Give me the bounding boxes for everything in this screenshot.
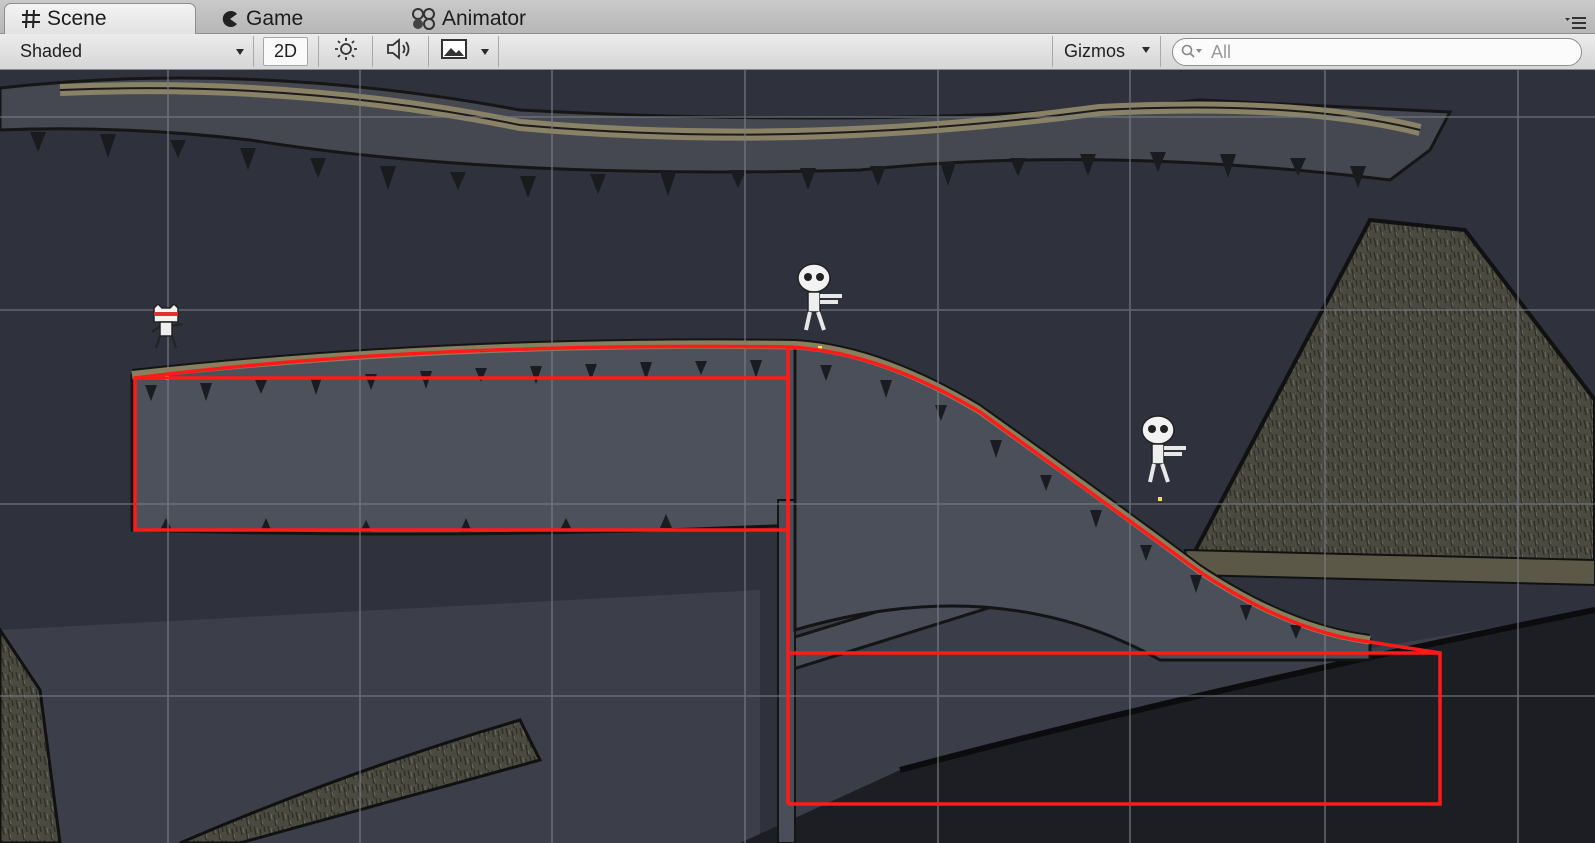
tab-game-label: Game — [246, 6, 304, 30]
scene-lighting-button[interactable] — [328, 37, 364, 66]
scene-effects-button[interactable] — [436, 37, 472, 66]
tab-animator-label: Animator — [442, 6, 527, 30]
unity-scene-window: Scene Game Animator Shaded 2D Gizmos All — [0, 0, 1595, 843]
scene-audio-button[interactable] — [380, 37, 420, 66]
search-icon — [1181, 44, 1207, 60]
tab-scene-label: Scene — [47, 7, 107, 30]
search-placeholder: All — [1211, 41, 1232, 62]
tab-scene[interactable]: Scene — [4, 3, 196, 34]
gizmos-label: Gizmos — [1064, 41, 1126, 61]
2d-toggle-label: 2D — [273, 41, 297, 61]
grid-icon — [21, 9, 41, 29]
chevron-down-icon — [236, 49, 244, 55]
2d-toggle-button[interactable]: 2D — [263, 37, 308, 66]
tab-bar: Scene Game Animator — [0, 0, 1595, 34]
speaker-icon — [386, 37, 414, 66]
scene-viewport[interactable] — [0, 70, 1595, 843]
tab-menu-icon[interactable] — [1565, 14, 1587, 30]
pacman-icon — [220, 9, 240, 29]
effects-dropdown-button[interactable] — [476, 37, 494, 66]
sun-icon — [334, 37, 358, 66]
chevron-down-icon — [481, 49, 489, 55]
gizmos-dropdown[interactable]: Gizmos — [1058, 37, 1154, 66]
tab-game[interactable]: Game — [204, 3, 394, 34]
tab-animator[interactable]: Animator — [396, 3, 606, 34]
image-icon — [441, 39, 467, 64]
chevron-down-icon — [1142, 47, 1150, 53]
main-platform-body — [130, 342, 797, 536]
animator-icon — [412, 7, 436, 30]
search-input[interactable]: All — [1172, 38, 1582, 66]
draw-mode-dropdown[interactable]: Shaded — [12, 37, 248, 66]
scene-canvas — [0, 70, 1595, 843]
draw-mode-label: Shaded — [20, 41, 83, 61]
